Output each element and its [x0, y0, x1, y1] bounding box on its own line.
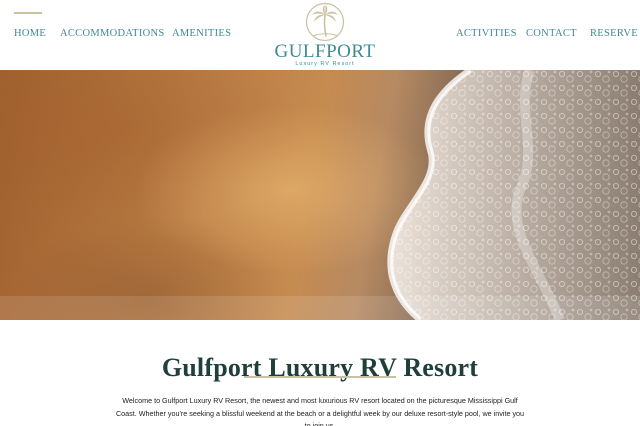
nav-contact[interactable]: CONTACT — [526, 28, 577, 39]
page-title: Gulfport Luxury RV Resort — [161, 353, 479, 383]
nav-active-indicator — [14, 12, 42, 14]
page: HOME ACCOMMODATIONS AMENITIES GULFPORT L… — [0, 0, 640, 426]
site-logo[interactable]: GULFPORT Luxury RV Resort — [270, 2, 380, 68]
nav-amenities[interactable]: AMENITIES — [172, 28, 231, 39]
nav-activities[interactable]: ACTIVITIES — [456, 28, 517, 39]
site-header: HOME ACCOMMODATIONS AMENITIES GULFPORT L… — [0, 0, 640, 70]
nav-home[interactable]: HOME — [14, 28, 46, 39]
intro-paragraph: Welcome to Gulfport Luxury RV Resort, th… — [115, 396, 525, 426]
logo-tagline: Luxury RV Resort — [295, 61, 355, 67]
hero-image — [0, 70, 640, 320]
palm-tree-icon — [305, 2, 345, 42]
logo-wordmark: GULFPORT — [274, 41, 376, 62]
nav-reserve[interactable]: RESERVE — [590, 28, 638, 39]
title-divider — [244, 376, 396, 378]
hero-wave-foam — [0, 70, 640, 320]
nav-accommodations[interactable]: ACCOMMODATIONS — [60, 28, 165, 39]
